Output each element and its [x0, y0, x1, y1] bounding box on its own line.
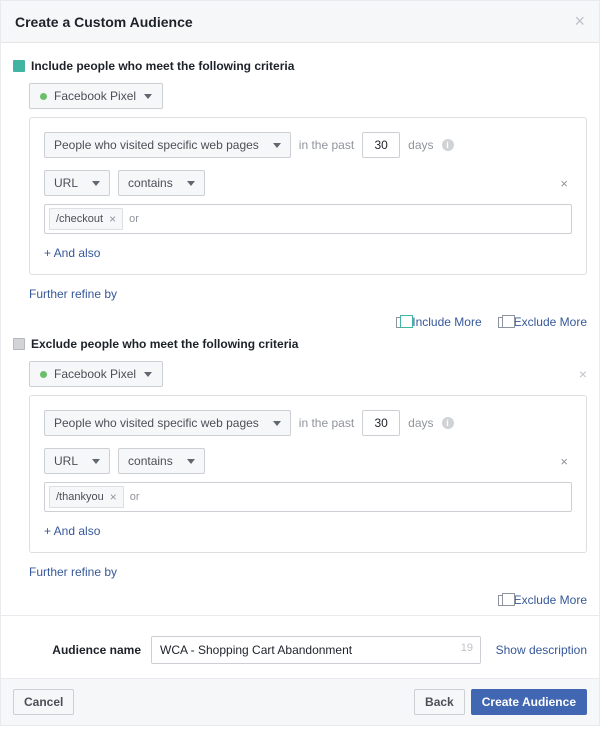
exclude-visitor-rule-select[interactable]: People who visited specific web pages	[44, 410, 291, 436]
chevron-down-icon	[92, 181, 100, 186]
active-pixel-dot-icon	[40, 93, 47, 100]
create-audience-button[interactable]: Create Audience	[471, 689, 587, 715]
exclude-more-link-2[interactable]: Exclude More	[498, 593, 587, 607]
exclude-field-select[interactable]: URL	[44, 448, 110, 474]
cancel-button[interactable]: Cancel	[13, 689, 74, 715]
include-more-icon	[396, 317, 407, 328]
chevron-down-icon	[144, 372, 152, 377]
audience-name-label: Audience name	[13, 643, 141, 657]
modal-body: Include people who meet the following cr…	[1, 43, 599, 678]
audience-name-input[interactable]	[151, 636, 481, 664]
chevron-down-icon	[187, 181, 195, 186]
modal-footer: Cancel Back Create Audience	[1, 678, 599, 725]
remove-token-icon[interactable]: ×	[109, 212, 116, 226]
audience-name-counter: 19	[461, 642, 473, 654]
exclude-more-icon	[498, 595, 509, 606]
modal-title: Create a Custom Audience	[15, 14, 193, 30]
divider	[1, 615, 599, 616]
show-description-link[interactable]: Show description	[496, 643, 587, 657]
exclude-criteria-block: Facebook Pixel × People who visited spec…	[29, 361, 587, 579]
exclude-operator-select[interactable]: contains	[118, 448, 205, 474]
include-field-select[interactable]: URL	[44, 170, 110, 196]
chevron-down-icon	[92, 459, 100, 464]
include-icon	[13, 60, 25, 72]
exclude-rule-card: People who visited specific web pages in…	[29, 395, 587, 553]
exclude-url-token: /thankyou ×	[49, 486, 124, 508]
include-criteria-block: Facebook Pixel People who visited specif…	[29, 83, 587, 301]
remove-exclude-block-icon[interactable]: ×	[579, 366, 587, 382]
close-icon[interactable]: ×	[574, 11, 585, 32]
modal-header: Create a Custom Audience ×	[1, 1, 599, 43]
remove-filter-icon[interactable]: ×	[556, 176, 572, 191]
exclude-icon	[13, 338, 25, 350]
exclude-and-also-link[interactable]: + And also	[44, 524, 572, 538]
include-operator-select[interactable]: contains	[118, 170, 205, 196]
exclude-refine-link[interactable]: Further refine by	[29, 565, 587, 579]
remove-filter-icon[interactable]: ×	[556, 454, 572, 469]
include-url-token-input[interactable]: /checkout × or	[44, 204, 572, 234]
help-icon[interactable]: i	[442, 417, 454, 429]
exclude-source-select[interactable]: Facebook Pixel	[29, 361, 163, 387]
chevron-down-icon	[144, 94, 152, 99]
include-section-heading: Include people who meet the following cr…	[13, 59, 587, 73]
include-days-input[interactable]	[362, 132, 400, 158]
exclude-days-input[interactable]	[362, 410, 400, 436]
chevron-down-icon	[273, 143, 281, 148]
include-rule-card: People who visited specific web pages in…	[29, 117, 587, 275]
remove-token-icon[interactable]: ×	[110, 490, 117, 504]
exclude-url-token-input[interactable]: /thankyou × or	[44, 482, 572, 512]
include-and-also-link[interactable]: + And also	[44, 246, 572, 260]
include-visitor-rule-select[interactable]: People who visited specific web pages	[44, 132, 291, 158]
exclude-more-link[interactable]: Exclude More	[498, 315, 587, 329]
audience-name-row: Audience name 19 Show description	[13, 626, 587, 670]
active-pixel-dot-icon	[40, 371, 47, 378]
help-icon[interactable]: i	[442, 139, 454, 151]
back-button[interactable]: Back	[414, 689, 465, 715]
include-url-token: /checkout ×	[49, 208, 123, 230]
chevron-down-icon	[187, 459, 195, 464]
chevron-down-icon	[273, 421, 281, 426]
create-custom-audience-modal: Create a Custom Audience × Include peopl…	[0, 0, 600, 726]
include-source-select[interactable]: Facebook Pixel	[29, 83, 163, 109]
exclude-more-icon	[498, 317, 509, 328]
include-more-link[interactable]: Include More	[396, 315, 481, 329]
include-refine-link[interactable]: Further refine by	[29, 287, 587, 301]
exclude-section-heading: Exclude people who meet the following cr…	[13, 337, 587, 351]
